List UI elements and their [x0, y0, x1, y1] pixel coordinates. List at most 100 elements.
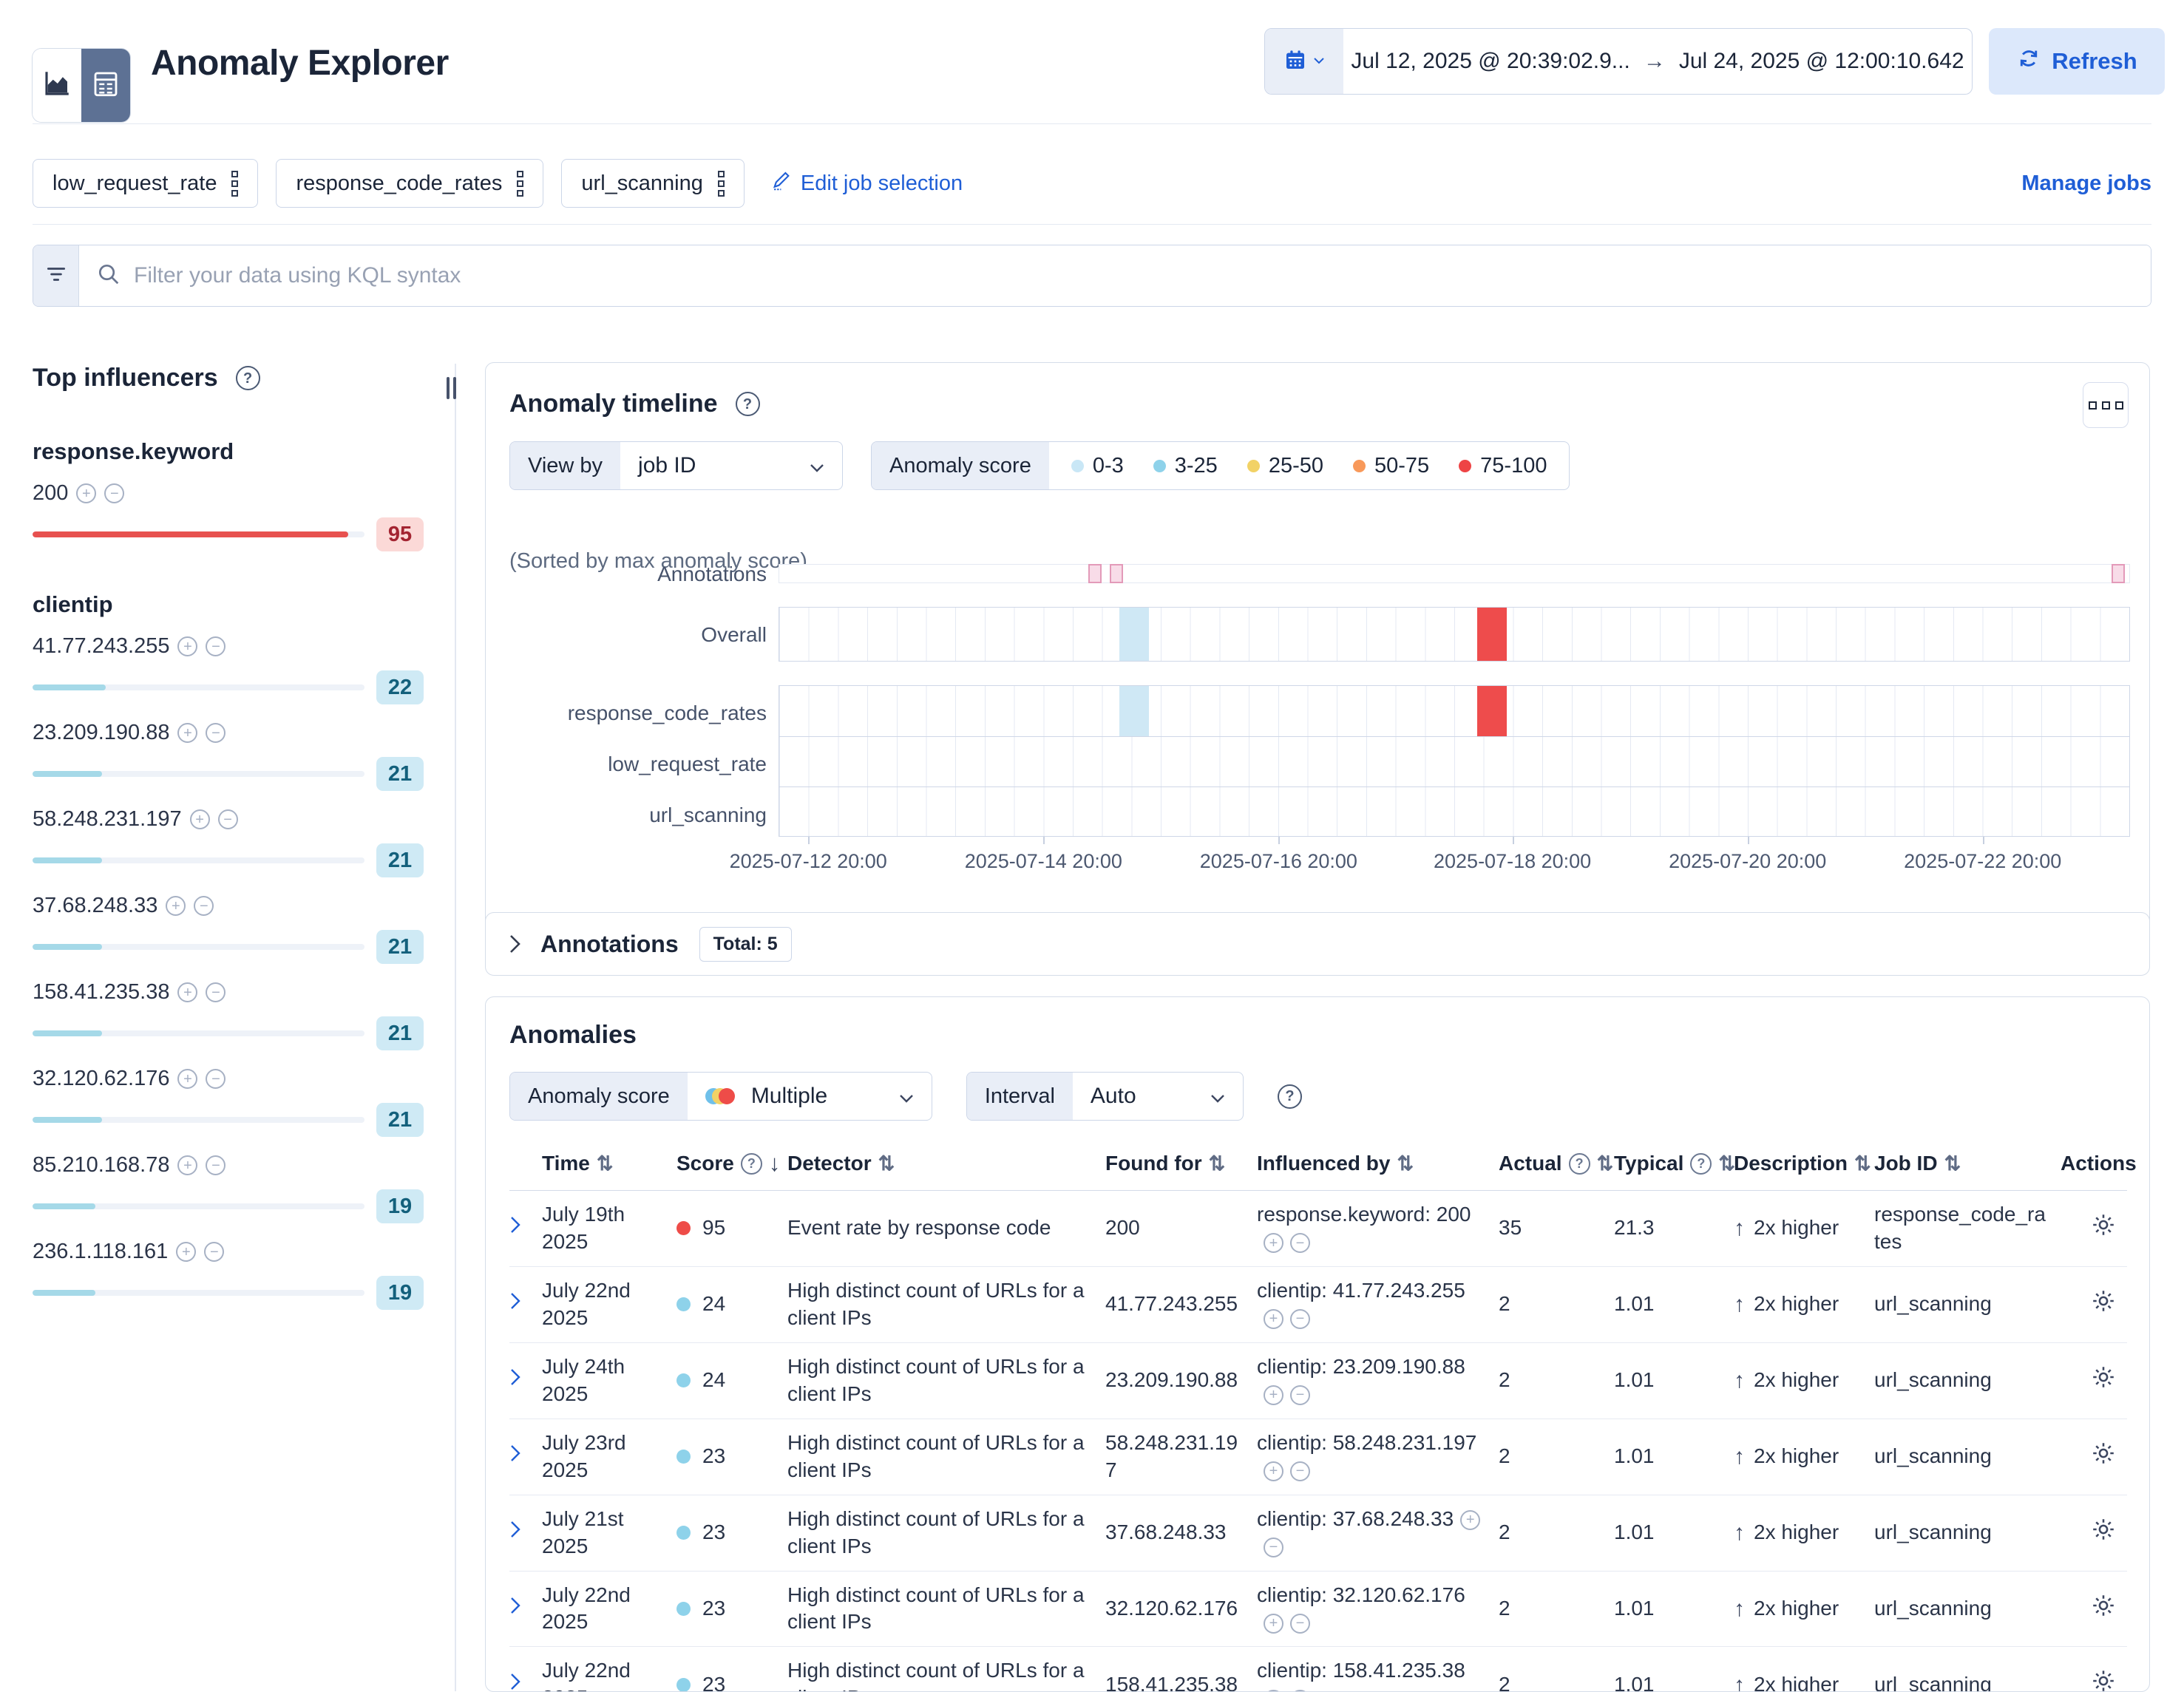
- anomaly-timeline-cell[interactable]: [1119, 686, 1149, 736]
- remove-filter-icon[interactable]: −: [1290, 1690, 1310, 1692]
- add-filter-icon[interactable]: +: [166, 896, 186, 916]
- remove-filter-icon[interactable]: −: [1290, 1385, 1310, 1405]
- chart-view-button[interactable]: [33, 49, 81, 122]
- remove-filter-icon[interactable]: −: [1290, 1614, 1310, 1634]
- expand-row-icon[interactable]: [509, 1672, 523, 1691]
- help-icon[interactable]: ?: [236, 366, 260, 390]
- add-filter-icon[interactable]: +: [1460, 1510, 1480, 1530]
- swimlane-overall[interactable]: [779, 607, 2130, 662]
- sort-icon[interactable]: ⇅: [1597, 1152, 1614, 1175]
- anomaly-timeline-cell[interactable]: [1477, 608, 1507, 661]
- remove-filter-icon[interactable]: −: [206, 636, 225, 656]
- date-range-end[interactable]: Jul 24, 2025 @ 12:00:10.642: [1679, 49, 1964, 74]
- anomaly-table-row: July 24th2025 24 High distinct count of …: [509, 1342, 2127, 1419]
- arrow-up-icon: ↑: [1734, 1214, 1745, 1243]
- add-filter-icon[interactable]: +: [1264, 1309, 1283, 1329]
- remove-filter-icon[interactable]: −: [104, 483, 124, 503]
- chevron-right-icon[interactable]: [508, 933, 523, 955]
- view-by-select[interactable]: View by job ID: [509, 441, 843, 490]
- remove-filter-icon[interactable]: −: [206, 1069, 225, 1089]
- swimlane-low-request-rate[interactable]: [779, 736, 2130, 786]
- job-chip-url-scanning[interactable]: url_scanning: [561, 159, 744, 208]
- add-filter-icon[interactable]: +: [1264, 1233, 1283, 1253]
- add-filter-icon[interactable]: +: [177, 982, 197, 1002]
- sort-icon[interactable]: ⇅: [1944, 1152, 1961, 1175]
- sort-icon[interactable]: ⇅: [1854, 1152, 1871, 1175]
- remove-filter-icon[interactable]: −: [206, 723, 225, 743]
- annotation-marker[interactable]: [1088, 564, 1102, 583]
- add-filter-icon[interactable]: +: [177, 1069, 197, 1089]
- job-chip-response-code-rates[interactable]: response_code_rates: [276, 159, 543, 208]
- annotations-lane[interactable]: [779, 564, 2130, 583]
- refresh-button[interactable]: Refresh: [1989, 28, 2165, 95]
- gear-icon[interactable]: [2090, 1524, 2117, 1547]
- add-filter-icon[interactable]: +: [190, 809, 210, 829]
- add-filter-icon[interactable]: +: [1264, 1690, 1283, 1692]
- sort-icon[interactable]: ⇅: [1397, 1152, 1414, 1175]
- add-filter-icon[interactable]: +: [1264, 1385, 1283, 1405]
- remove-filter-icon[interactable]: −: [1290, 1309, 1310, 1329]
- panel-resizer-handle[interactable]: [447, 377, 456, 399]
- anomaly-timeline-cell[interactable]: [1477, 686, 1507, 736]
- help-icon[interactable]: ?: [1278, 1084, 1302, 1109]
- panel-options-button[interactable]: [2083, 382, 2129, 428]
- job-id-cell: url_scanning: [1874, 1571, 2061, 1647]
- add-filter-icon[interactable]: +: [177, 723, 197, 743]
- remove-filter-icon[interactable]: −: [206, 1155, 225, 1175]
- add-filter-icon[interactable]: +: [177, 1155, 197, 1175]
- gear-icon[interactable]: [2090, 1220, 2117, 1243]
- edit-job-selection-link[interactable]: Edit job selection: [771, 170, 963, 197]
- annotation-marker[interactable]: [1110, 564, 1123, 583]
- expand-row-icon[interactable]: [509, 1291, 523, 1311]
- swimlane-url-scanning[interactable]: [779, 786, 2130, 837]
- add-filter-icon[interactable]: +: [76, 483, 96, 503]
- sort-icon[interactable]: ⇅: [1209, 1152, 1226, 1175]
- anomaly-score-select[interactable]: Anomaly score Multiple: [509, 1072, 932, 1121]
- remove-filter-icon[interactable]: −: [206, 982, 225, 1002]
- influenced-by-cell: clientip: 32.120.62.176+−: [1257, 1571, 1499, 1647]
- sort-icon[interactable]: ⇅: [1718, 1152, 1735, 1175]
- view-toggle-group[interactable]: [33, 49, 130, 122]
- table-view-button[interactable]: [81, 49, 130, 122]
- remove-filter-icon[interactable]: −: [218, 809, 238, 829]
- add-filter-icon[interactable]: +: [177, 636, 197, 656]
- add-filter-icon[interactable]: +: [176, 1242, 196, 1262]
- gear-icon[interactable]: [2090, 1448, 2117, 1471]
- add-filter-icon[interactable]: +: [1264, 1461, 1283, 1481]
- annotation-marker[interactable]: [2112, 564, 2125, 583]
- sort-icon[interactable]: ⇅: [878, 1152, 895, 1175]
- expand-row-icon[interactable]: [509, 1596, 523, 1615]
- expand-row-icon[interactable]: [509, 1520, 523, 1539]
- filter-options-button[interactable]: [33, 245, 79, 306]
- manage-jobs-link[interactable]: Manage jobs: [2021, 171, 2151, 196]
- sort-icon[interactable]: ⇅: [597, 1152, 614, 1175]
- anomaly-timeline-title: Anomaly timeline: [509, 390, 718, 418]
- help-icon[interactable]: ?: [1690, 1153, 1712, 1175]
- date-range-picker[interactable]: Jul 12, 2025 @ 20:39:02.9... → Jul 24, 2…: [1264, 28, 1973, 95]
- add-filter-icon[interactable]: +: [1264, 1614, 1283, 1634]
- date-range-start[interactable]: Jul 12, 2025 @ 20:39:02.9...: [1351, 49, 1629, 74]
- remove-filter-icon[interactable]: −: [1264, 1538, 1283, 1557]
- help-icon[interactable]: ?: [741, 1153, 762, 1175]
- help-icon[interactable]: ?: [1569, 1153, 1590, 1175]
- date-picker-menu[interactable]: [1265, 29, 1343, 94]
- swimlane-response-code-rates[interactable]: [779, 685, 2130, 736]
- gear-icon[interactable]: [2090, 1600, 2117, 1623]
- interval-select[interactable]: Interval Auto: [966, 1072, 1244, 1121]
- remove-filter-icon[interactable]: −: [204, 1242, 224, 1262]
- expand-row-icon[interactable]: [509, 1215, 523, 1234]
- expand-row-icon[interactable]: [509, 1367, 523, 1387]
- gear-icon[interactable]: [2090, 1296, 2117, 1319]
- annotations-panel[interactable]: Annotations Total: 5: [485, 912, 2150, 976]
- remove-filter-icon[interactable]: −: [194, 896, 214, 916]
- sort-desc-icon[interactable]: ↓: [769, 1150, 781, 1177]
- gear-icon[interactable]: [2090, 1676, 2117, 1692]
- anomaly-timeline-cell[interactable]: [1119, 608, 1149, 661]
- expand-row-icon[interactable]: [509, 1444, 523, 1463]
- remove-filter-icon[interactable]: −: [1290, 1461, 1310, 1481]
- help-icon[interactable]: ?: [736, 392, 760, 416]
- kql-search-input[interactable]: [134, 263, 2133, 288]
- job-chip-low-request-rate[interactable]: low_request_rate: [33, 159, 258, 208]
- gear-icon[interactable]: [2090, 1372, 2117, 1395]
- remove-filter-icon[interactable]: −: [1290, 1233, 1310, 1253]
